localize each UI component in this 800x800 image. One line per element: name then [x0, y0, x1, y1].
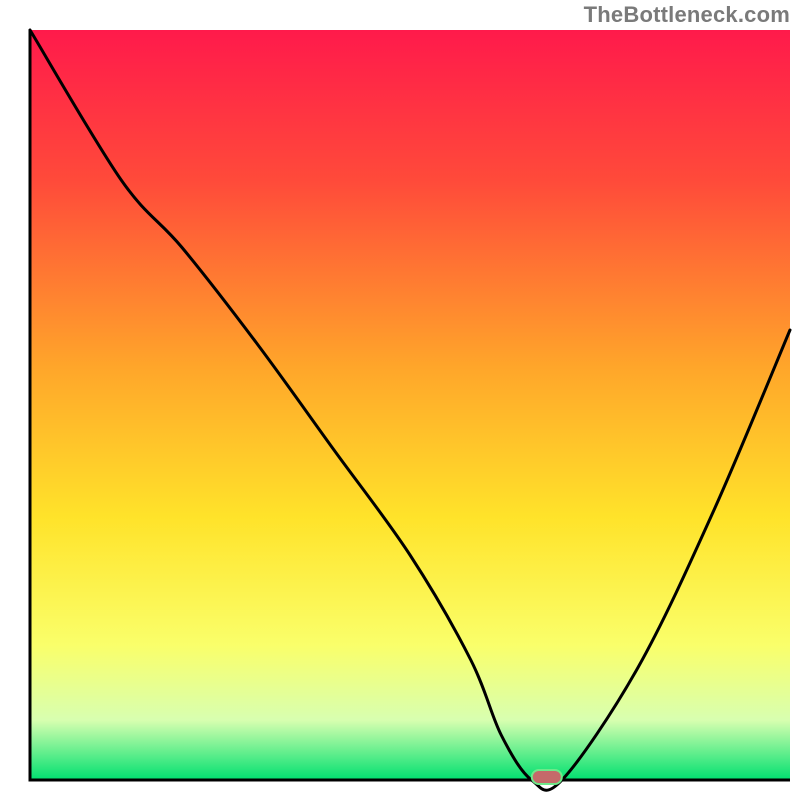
optimum-marker — [532, 770, 562, 784]
chart-svg — [0, 0, 800, 800]
heatmap-background — [30, 30, 790, 780]
watermark-text: TheBottleneck.com — [584, 2, 790, 28]
chart-stage: TheBottleneck.com — [0, 0, 800, 800]
